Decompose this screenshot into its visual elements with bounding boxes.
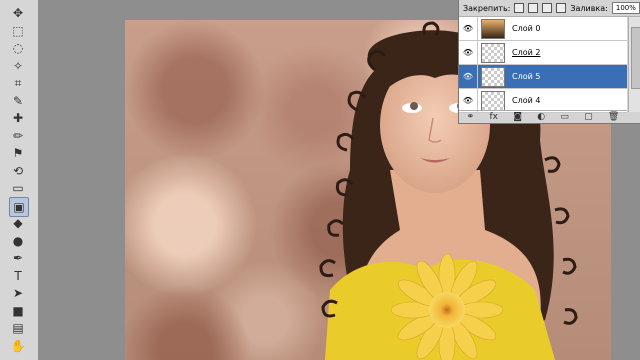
path-selection-icon[interactable]: ➤ — [9, 284, 27, 302]
notes-icon[interactable]: ▤ — [9, 319, 27, 337]
layer-row[interactable]: 👁 Слой 5 — [459, 65, 627, 89]
fx-icon[interactable]: fx — [489, 112, 498, 122]
history-brush-icon[interactable]: ⟲ — [9, 162, 27, 180]
layer-thumbnail — [481, 90, 505, 111]
shape-icon[interactable]: ■ — [9, 302, 27, 320]
layers-footer: ⚭ fx ◙ ◐ ▭ ▢ 🗑 — [459, 110, 627, 123]
eraser-icon[interactable]: ▭ — [9, 179, 27, 197]
layer-name: Слой 0 — [512, 24, 541, 33]
pen-icon[interactable]: ✒ — [9, 249, 27, 267]
type-icon[interactable]: T — [9, 267, 27, 285]
layer-thumbnail — [481, 42, 505, 63]
move-icon[interactable]: ✥ — [9, 4, 27, 22]
eye-icon[interactable]: 👁 — [459, 17, 478, 40]
adjustment-icon[interactable]: ◐ — [537, 112, 545, 122]
eye-icon[interactable]: 👁 — [459, 41, 478, 64]
scrollbar-thumb[interactable] — [631, 27, 640, 89]
layer-row[interactable]: 👁 Слой 0 — [459, 17, 627, 41]
healing-brush-icon[interactable]: ✚ — [9, 109, 27, 127]
lock-transparency-icon[interactable] — [514, 3, 525, 13]
mask-icon[interactable]: ◙ — [513, 112, 522, 122]
hand-icon[interactable]: ✋ — [9, 337, 27, 355]
lock-pixels-icon[interactable] — [528, 3, 539, 13]
blur-icon[interactable]: ◆ — [9, 214, 27, 232]
magic-wand-icon[interactable]: ✧ — [9, 57, 27, 75]
eye-icon[interactable]: 👁 — [459, 89, 478, 112]
fill-input[interactable]: 100% — [611, 2, 640, 14]
marquee-icon[interactable]: ⬚ — [9, 22, 27, 40]
group-icon[interactable]: ▭ — [560, 112, 569, 122]
layer-thumbnail — [481, 18, 505, 39]
layers-list: 👁 Слой 0 👁 Слой 2 👁 Слой 5 👁 Слой 4 — [459, 17, 627, 113]
toolbox: ✥ ⬚ ◌ ✧ ⌗ ✎ ✚ ✏ ⚑ ⟲ ▭ ▣ ◆ ● ✒ T ➤ ■ ▤ ✋ — [0, 0, 39, 360]
eyedropper-icon[interactable]: ✎ — [9, 92, 27, 110]
lock-label: Закрепить: — [463, 3, 511, 13]
crop-icon[interactable]: ⌗ — [9, 74, 27, 92]
layer-row[interactable]: 👁 Слой 2 — [459, 41, 627, 65]
lasso-icon[interactable]: ◌ — [9, 39, 27, 57]
layer-thumbnail — [481, 66, 505, 87]
layers-scrollbar[interactable] — [628, 17, 640, 112]
new-layer-icon[interactable]: ▢ — [584, 112, 593, 122]
clone-stamp-icon[interactable]: ⚑ — [9, 144, 27, 162]
trash-icon[interactable]: 🗑 — [608, 112, 619, 122]
lock-all-icon[interactable] — [556, 3, 567, 13]
fill-label: Заливка: — [570, 3, 608, 13]
layers-panel: Закрепить: Заливка: 100% 👁 Слой 0 👁 Слой 2 👁… — [458, 0, 640, 124]
dodge-icon[interactable]: ● — [9, 232, 27, 250]
lock-bar: Закрепить: Заливка: 100% — [459, 0, 640, 17]
brush-icon[interactable]: ✏ — [9, 127, 27, 145]
link-icon[interactable]: ⚭ — [467, 112, 475, 122]
layer-name: Слой 4 — [512, 96, 541, 105]
layer-name: Слой 2 — [512, 48, 541, 57]
lock-position-icon[interactable] — [542, 3, 553, 13]
layer-name: Слой 5 — [512, 72, 541, 81]
eye-icon[interactable]: 👁 — [459, 65, 478, 88]
